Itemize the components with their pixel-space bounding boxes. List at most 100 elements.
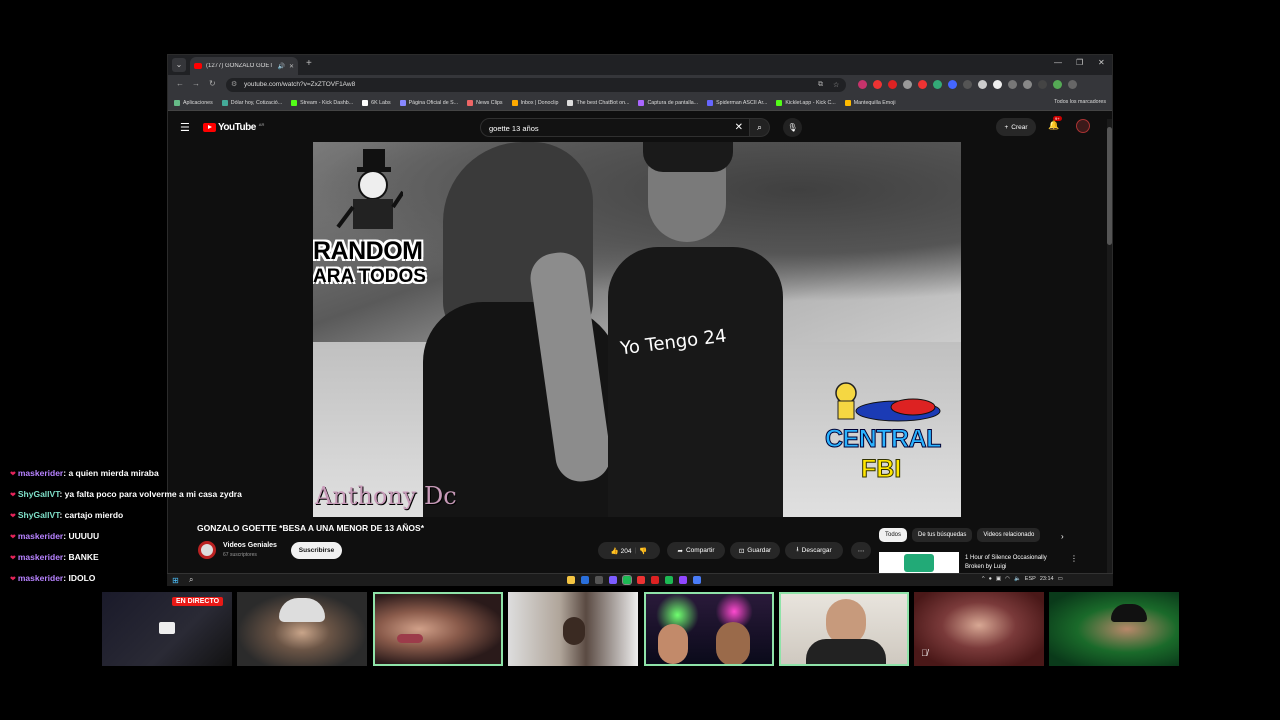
spotify-icon[interactable] [665,576,673,584]
language-indicator[interactable]: ESP [1025,576,1036,582]
participant-feed-speaking[interactable] [644,592,774,666]
extension-icon[interactable] [948,80,957,89]
tab-close-icon[interactable]: ✕ [289,63,294,70]
chip-related[interactable]: Videos relacionado [977,528,1041,542]
video-player[interactable]: RANDOM ARA TODOS Yo Tengo 24 CENTRAL FBI… [313,142,961,517]
back-icon[interactable]: ← [176,79,184,88]
download-button[interactable]: ⭳ Descargar [785,542,843,559]
taskbar-search-icon[interactable]: ⌕ [189,575,193,585]
extension-icon[interactable] [888,80,897,89]
volume-icon[interactable]: 🔈 [1014,576,1021,582]
app-icon[interactable] [595,576,603,584]
tab-active[interactable]: (1277) GONZALO GOETTE 🔊 ✕ [190,57,298,75]
chat-username[interactable]: ShyGallVT [18,489,60,499]
participant-feed[interactable] [237,592,367,666]
chip-from-searches[interactable]: De tus búsquedas [912,528,973,542]
participant-feed-speaking[interactable] [373,592,503,666]
bookmark-item[interactable]: Inbox | Donoclip [511,99,558,106]
chip-all[interactable]: Todos [879,528,908,542]
windows-start-icon[interactable]: ⊞ [172,576,179,585]
menu-icon[interactable] [1068,80,1077,89]
search-input[interactable]: goette 13 años ✕ [480,118,750,137]
notifications-icon[interactable]: ▭ [1058,576,1063,582]
page-scrollbar[interactable] [1107,119,1112,579]
voice-search-button[interactable]: 🎙 [783,118,802,137]
extension-icon[interactable] [933,80,942,89]
extension-icon[interactable] [978,80,987,89]
chevron-right-icon[interactable]: › [1061,532,1064,541]
save-button[interactable]: ⊡ Guardar [730,542,780,559]
bookmark-item[interactable]: Mantequilla Emoji [844,99,896,106]
tray-app-icon[interactable]: ▣ [996,576,1001,582]
address-bar[interactable]: ⚙ youtube.com/watch?v=ZxZTOVF1Aw8 ⧉ ☆ [226,78,846,92]
app-icon[interactable] [693,576,701,584]
bookmark-item[interactable]: 6K Labs [362,99,391,106]
youtube-logo[interactable]: YouTube AR [203,122,264,133]
app-icon[interactable] [637,576,645,584]
chat-username[interactable]: maskerider [18,468,63,478]
chevron-up-icon[interactable]: ^ [982,576,985,582]
bookmark-item[interactable]: Captura de pantalla... [638,99,698,106]
app-icon[interactable] [679,576,687,584]
install-icon[interactable]: ⧉ [818,81,823,89]
bookmark-item[interactable]: The best ChatBot on... [567,99,629,106]
more-vertical-icon[interactable]: ⋮ [1070,554,1078,563]
chat-username[interactable]: maskerider [18,573,63,583]
bookmark-item[interactable]: News Clips [467,99,503,106]
extension-icon[interactable] [873,80,882,89]
all-bookmarks-folder[interactable]: Todos los marcadores [1054,99,1106,105]
participant-feed-live[interactable]: EN DIRECTO [102,592,232,666]
profile-icon[interactable] [1053,80,1062,89]
channel-name[interactable]: Videos Geniales [223,542,277,549]
participant-feed[interactable] [508,592,638,666]
restore-icon[interactable]: ❐ [1076,58,1083,67]
bookmark-item[interactable]: Página Oficial de S... [399,99,458,106]
clock[interactable]: 23:14 [1040,576,1054,582]
channel-avatar[interactable] [198,541,216,559]
extension-icon[interactable] [993,80,1002,89]
minimize-icon[interactable]: — [1054,58,1062,67]
chrome-icon[interactable] [622,575,632,585]
reload-icon[interactable]: ↻ [209,79,216,88]
extension-icon[interactable] [918,80,927,89]
tab-search-button[interactable]: ⌄ [172,58,186,72]
extensions-puzzle-icon[interactable] [1023,80,1032,89]
bookmark-star-icon[interactable]: ☆ [833,81,839,89]
search-button[interactable]: ⌕ [750,118,770,137]
create-button[interactable]: + Crear [996,118,1036,136]
app-icon[interactable] [581,576,589,584]
hamburger-menu-icon[interactable]: ☰ [180,121,190,134]
like-button[interactable]: 👍 204 [611,547,632,555]
wifi-icon[interactable]: ◠ [1005,576,1010,582]
extension-icon[interactable] [903,80,912,89]
speaker-icon[interactable]: 🔊 [277,63,284,70]
app-icon[interactable] [609,576,617,584]
chat-username[interactable]: maskerider [18,552,63,562]
bookmark-item[interactable]: Stream - Kick Dashb... [291,99,353,106]
bookmark-item[interactable]: Spiderman ASCII Ar... [707,99,767,106]
chat-username[interactable]: maskerider [18,531,63,541]
bookmark-item[interactable]: Aplicaciones [174,99,213,106]
recommended-thumbnail[interactable] [879,552,959,574]
participant-feed-speaking[interactable] [779,592,909,666]
bookmark-item[interactable]: Dólar hoy, Cotizació... [221,99,282,106]
tray-app-icon[interactable]: ● [989,576,992,582]
bookmark-item[interactable]: Kicklet.app - Kick C... [776,99,836,106]
app-icon[interactable] [651,576,659,584]
file-explorer-icon[interactable] [567,576,575,584]
participant-feed[interactable] [1049,592,1179,666]
new-tab-button[interactable]: + [306,58,312,69]
chat-username[interactable]: ShyGallVT [18,510,60,520]
site-info-icon[interactable]: ⚙ [231,80,237,88]
close-window-icon[interactable]: ✕ [1098,58,1105,67]
extension-icon[interactable] [1008,80,1017,89]
more-actions-button[interactable]: ⋯ [851,542,871,559]
subscribe-button[interactable]: Suscribirse [291,542,342,559]
extension-icon[interactable] [963,80,972,89]
notifications-button[interactable]: 🔔 9+ [1048,116,1062,131]
forward-icon[interactable]: → [192,79,200,88]
recommended-title[interactable]: 1 Hour of Silence Occasionally Broken by… [965,554,1065,572]
dislike-button[interactable]: 👎 [639,547,647,555]
share-button[interactable]: ➦ Compartir [667,542,725,559]
account-avatar[interactable] [1076,119,1090,133]
